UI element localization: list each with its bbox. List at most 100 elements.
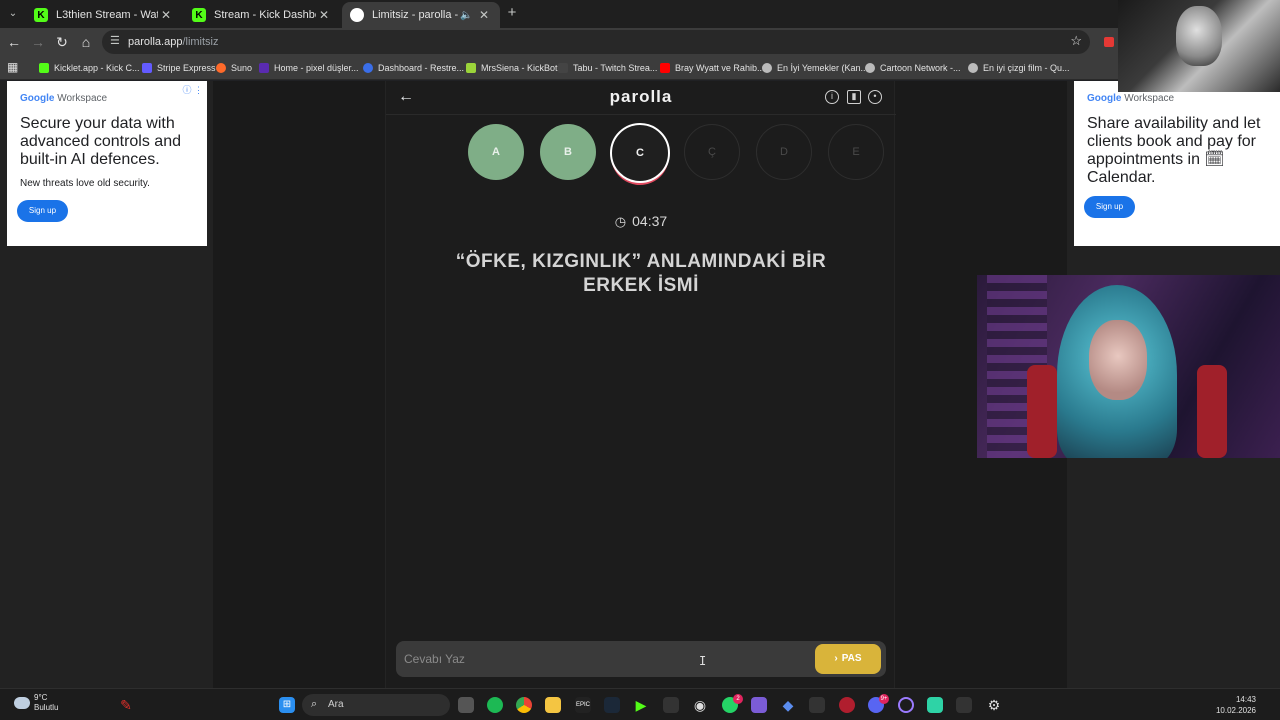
webcam-overlay-streamer (977, 275, 1280, 458)
restream-icon (363, 63, 373, 73)
url-host: parolla.app (128, 36, 183, 48)
question-text: “ÖFKE, KIZGINLIK” ANLAMINDAKİ BİR ERKEK … (426, 250, 856, 298)
clock-time: 14:43 (1235, 695, 1256, 704)
chevron-right-icon: › (834, 653, 838, 664)
task-view-icon[interactable] (458, 697, 474, 713)
google-workspace-logo: Google Workspace (20, 93, 107, 104)
diamond-app-icon[interactable]: ◆ (780, 697, 796, 713)
letter-circle-e: E (828, 124, 884, 180)
bookmark-item[interactable]: Bray Wyatt ve Rahib... (660, 60, 764, 76)
tab-search-chevron-icon[interactable]: ⌄ (4, 5, 22, 23)
right-ad[interactable]: Google Workspace Share availability and … (1074, 81, 1280, 246)
bookmark-item[interactable]: Suno (216, 60, 252, 76)
kick-play-icon[interactable]: ▶ (633, 697, 649, 713)
globe-icon (865, 63, 875, 73)
app-logo: parolla (609, 87, 673, 106)
ring-app-icon[interactable] (898, 697, 914, 713)
bookmark-item[interactable]: Stripe Express (142, 60, 216, 76)
letter-circle-a: A (468, 124, 524, 180)
discord-icon[interactable]: 9+ (868, 694, 889, 713)
webcam-face (1089, 320, 1147, 400)
url-path: /limitsiz (182, 36, 219, 48)
speaker-icon[interactable]: 🔈 (460, 10, 474, 21)
user-profile-icon[interactable]: • (868, 90, 882, 104)
bookmark-item[interactable]: Cartoon Network -... (865, 60, 961, 76)
terminal-icon[interactable] (809, 697, 825, 713)
ad-headline: Share availability and let clients book … (1087, 115, 1261, 186)
ad-signup-button[interactable]: Sign up (1084, 196, 1135, 218)
parolla-favicon-icon (350, 8, 364, 22)
taskbar-search[interactable]: ⌕ Ara (302, 694, 450, 716)
ad-signup-button[interactable]: Sign up (17, 200, 68, 222)
obs-icon[interactable]: ◉ (692, 697, 708, 713)
bookmark-item[interactable]: Kicklet.app - Kick C... (39, 60, 140, 76)
search-icon: ⌕ (311, 698, 318, 710)
bookmark-item[interactable]: Dashboard - Restre... (363, 60, 464, 76)
left-ad[interactable]: ⓘ ⋮ Google Workspace Secure your data wi… (7, 81, 207, 246)
close-icon[interactable]: ✕ (316, 8, 332, 22)
file-explorer-icon[interactable] (545, 697, 561, 713)
tab-parolla[interactable]: Limitsiz - parolla - Kelime o 🔈 ✕ (342, 2, 500, 28)
cloud-icon (14, 697, 30, 709)
tab-title: Stream - Kick Dashboard (214, 9, 316, 21)
address-bar[interactable]: ☰ parolla.app/limitsiz ☆ (102, 30, 1090, 54)
kicklet-icon (39, 63, 49, 73)
kickbot-icon (466, 63, 476, 73)
globe-icon (968, 63, 978, 73)
back-icon[interactable]: ← (5, 33, 23, 51)
steam-icon[interactable] (604, 697, 620, 713)
weather-widget[interactable]: 9°C Bulutlu (14, 693, 58, 713)
suno-icon (216, 63, 226, 73)
new-tab-button[interactable]: + (503, 4, 521, 22)
green-app-icon[interactable] (927, 697, 943, 713)
bookmark-star-icon[interactable]: ☆ (1070, 33, 1082, 49)
epic-games-icon[interactable]: EPIC (575, 697, 591, 713)
stats-chart-icon[interactable]: ▮ (847, 90, 861, 104)
windows-start-icon[interactable]: ⊞ (279, 697, 295, 713)
chrome-icon[interactable] (516, 697, 532, 713)
bookmark-item[interactable]: En İyi Yemekler (Kan... (762, 60, 868, 76)
bookmark-label: Suno (231, 63, 253, 73)
countdown-timer: ◷ 04:37 (386, 213, 896, 230)
bookmark-item[interactable]: Home - pixel düşler... (259, 60, 359, 76)
red-circle-app-icon[interactable] (839, 697, 855, 713)
globe-icon (762, 63, 772, 73)
tab-kick-stream[interactable]: K L3thien Stream - Watch Live on ✕ (26, 2, 182, 28)
capcut-icon[interactable] (663, 697, 679, 713)
forward-icon[interactable]: → (29, 33, 47, 51)
site-info-icon[interactable]: ☰ (110, 34, 120, 47)
youtube-icon (660, 63, 670, 73)
bookmark-item[interactable]: En iyi çizgi film - Qu... (968, 60, 1070, 76)
extension-icon[interactable] (1104, 37, 1114, 47)
close-icon[interactable]: ✕ (476, 8, 492, 22)
settings-gear-icon[interactable]: ⚙ (986, 697, 1002, 713)
text-cursor-icon: I (699, 654, 707, 668)
pixel-icon (259, 63, 269, 73)
tab-kick-dashboard[interactable]: K Stream - Kick Dashboard ✕ (184, 2, 340, 28)
adchoices-icon[interactable]: ⓘ ⋮ (182, 83, 203, 96)
weather-text: Bulutlu (34, 703, 59, 712)
pass-button[interactable]: › PAS (815, 644, 881, 674)
ad-headline: Secure your data with advanced controls … (20, 115, 181, 168)
dark-app-icon[interactable] (956, 697, 972, 713)
whatsapp-icon[interactable]: 2 (722, 694, 743, 713)
red-app-icon[interactable]: ✎ (118, 697, 134, 713)
reload-icon[interactable]: ↻ (53, 33, 71, 51)
bookmark-item[interactable]: MrsSiena - KickBot (466, 60, 558, 76)
google-workspace-logo: Google Workspace (1087, 93, 1174, 104)
close-icon[interactable]: ✕ (158, 8, 174, 22)
answer-input[interactable] (404, 649, 794, 669)
bookmark-item[interactable]: Tabu - Twitch Strea... (558, 60, 657, 76)
info-icon[interactable]: i (825, 90, 839, 104)
streaming-app-icon[interactable] (751, 697, 767, 713)
webcam-chair (1197, 365, 1227, 458)
home-icon[interactable]: ⌂ (77, 33, 95, 51)
webcam-chair (1027, 365, 1057, 458)
webcam-overlay-top (1118, 0, 1280, 92)
apps-grid-icon[interactable]: ▦ (7, 61, 19, 73)
timer-value: 04:37 (632, 213, 668, 229)
system-clock[interactable]: 14:43 10.02.2026 (1216, 694, 1256, 716)
kick-icon: K (192, 8, 206, 22)
spotify-icon[interactable] (487, 697, 503, 713)
letter-circle-c-current: C (610, 123, 670, 183)
